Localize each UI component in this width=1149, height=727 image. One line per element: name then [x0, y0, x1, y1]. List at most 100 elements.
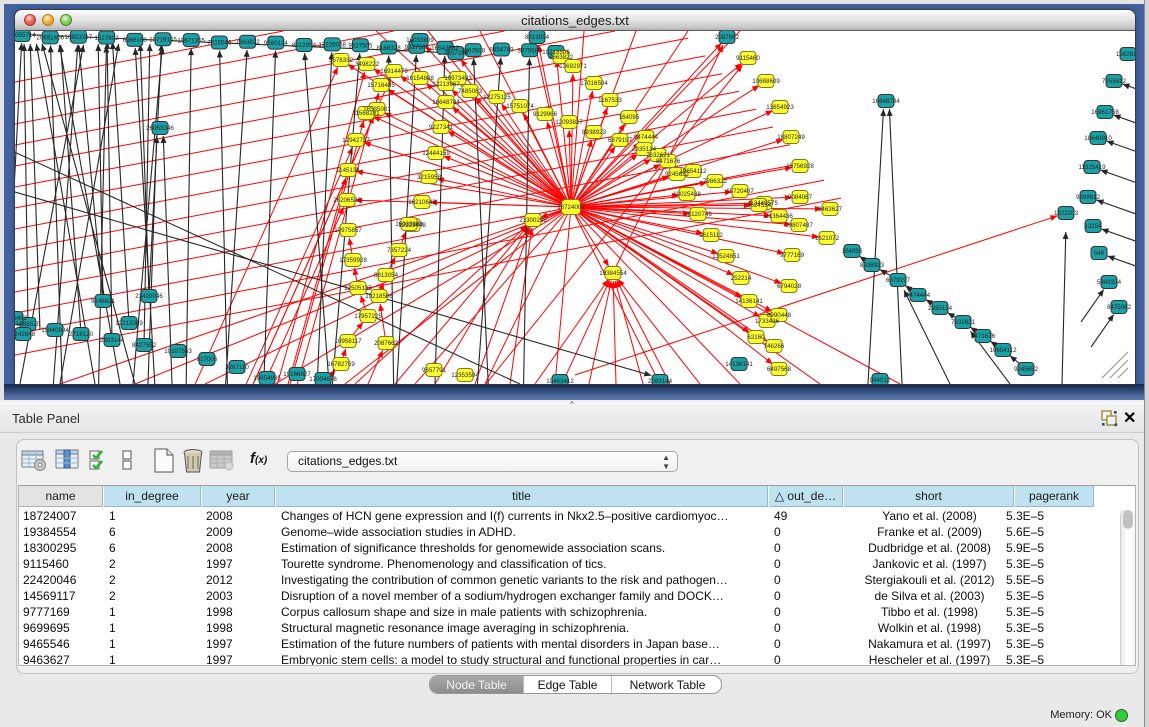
svg-text:10853267: 10853267 — [65, 34, 93, 41]
svg-text:164095: 164095 — [619, 114, 640, 121]
svg-text:16648784: 16648784 — [432, 99, 460, 106]
svg-text:15720407: 15720407 — [726, 188, 754, 195]
svg-text:7357224: 7357224 — [444, 50, 469, 57]
svg-text:19756928: 19756928 — [786, 163, 814, 170]
svg-text:9227341: 9227341 — [429, 124, 454, 131]
svg-text:16961758: 16961758 — [1091, 109, 1119, 116]
svg-text:6497568: 6497568 — [767, 366, 792, 373]
svg-text:9777169: 9777169 — [780, 252, 805, 259]
svg-text:23300295: 23300295 — [519, 217, 547, 224]
svg-text:16648784: 16648784 — [872, 98, 900, 105]
svg-text:8427552: 8427552 — [132, 342, 157, 349]
svg-text:9657791: 9657791 — [422, 367, 447, 374]
svg-text:18807249: 18807249 — [777, 134, 805, 141]
svg-text:9327508: 9327508 — [405, 44, 430, 51]
svg-text:9527505: 9527505 — [348, 42, 373, 49]
svg-text:26053346: 26053346 — [146, 125, 174, 132]
svg-text:9474444: 9474444 — [634, 134, 659, 141]
svg-text:2087662: 2087662 — [374, 340, 399, 347]
svg-text:23420046: 23420046 — [135, 293, 163, 300]
svg-text:7986322: 7986322 — [703, 178, 728, 185]
svg-text:17016504: 17016504 — [580, 80, 608, 87]
svg-text:3578332: 3578332 — [329, 57, 354, 64]
svg-text:10688609: 10688609 — [752, 78, 780, 85]
svg-text:18640910: 18640910 — [1084, 135, 1112, 142]
svg-text:1322203: 1322203 — [1054, 210, 1079, 217]
svg-text:9242848: 9242848 — [15, 331, 36, 338]
svg-text:12942737: 12942737 — [342, 137, 370, 144]
svg-text:252214: 252214 — [731, 275, 752, 282]
svg-text:17957225: 17957225 — [354, 313, 382, 320]
svg-text:7632621: 7632621 — [951, 319, 976, 326]
svg-text:62160: 62160 — [747, 334, 765, 341]
svg-text:1615112: 1615112 — [699, 232, 723, 239]
svg-text:8471676: 8471676 — [656, 158, 681, 165]
svg-text:6879197: 6879197 — [886, 277, 911, 284]
svg-text:9084067: 9084067 — [788, 194, 813, 201]
svg-text:10671355: 10671355 — [177, 37, 205, 44]
svg-text:6794028: 6794028 — [777, 283, 802, 290]
svg-text:16033809: 16033809 — [395, 221, 423, 228]
svg-text:8471676: 8471676 — [971, 333, 996, 340]
svg-text:7663822: 7663822 — [549, 54, 574, 61]
svg-text:7663822: 7663822 — [236, 39, 261, 46]
svg-text:16033809: 16033809 — [406, 37, 434, 44]
svg-text:13254: 13254 — [1084, 223, 1102, 230]
svg-text:9245652: 9245652 — [665, 171, 690, 178]
svg-text:164095: 164095 — [842, 248, 863, 255]
svg-text:2087662: 2087662 — [715, 34, 740, 41]
svg-text:8813054: 8813054 — [374, 272, 399, 279]
svg-text:3875685: 3875685 — [518, 48, 543, 55]
svg-text:8813054: 8813054 — [525, 34, 550, 41]
svg-text:5969334: 5969334 — [1097, 279, 1122, 286]
svg-text:1527602: 1527602 — [95, 35, 120, 42]
svg-text:19654985: 19654985 — [253, 375, 281, 382]
svg-text:16914479: 16914479 — [380, 68, 408, 75]
svg-text:15840994: 15840994 — [41, 327, 69, 334]
svg-text:20691406: 20691406 — [36, 35, 64, 42]
svg-text:1167533: 1167533 — [598, 97, 622, 104]
svg-text:16782759: 16782759 — [327, 361, 355, 368]
svg-text:2718120: 2718120 — [69, 331, 94, 338]
svg-text:1562615: 1562615 — [1116, 51, 1135, 58]
svg-text:1145134: 1145134 — [336, 167, 360, 174]
svg-text:21364436: 21364436 — [765, 213, 793, 220]
svg-text:8938923: 8938923 — [860, 262, 885, 269]
svg-text:2083144: 2083144 — [648, 378, 673, 384]
svg-text:10975857: 10975857 — [334, 227, 362, 234]
svg-text:7485063: 7485063 — [458, 88, 483, 95]
svg-text:9115460: 9115460 — [736, 55, 760, 62]
svg-text:12213369: 12213369 — [115, 320, 143, 327]
svg-text:15751074: 15751074 — [506, 103, 534, 110]
svg-text:19166827: 19166827 — [283, 371, 311, 378]
svg-text:917006: 917006 — [197, 356, 218, 363]
svg-text:3624554: 3624554 — [747, 202, 772, 209]
svg-text:10719155: 10719155 — [149, 37, 177, 44]
svg-text:17359928: 17359928 — [339, 257, 367, 264]
svg-text:10807487: 10807487 — [785, 222, 813, 229]
svg-text:12275125: 12275125 — [483, 94, 511, 101]
svg-text:8454749: 8454749 — [489, 47, 514, 54]
svg-text:8475062: 8475062 — [1107, 304, 1132, 311]
svg-text:19218506: 19218506 — [365, 293, 393, 300]
svg-text:1621072: 1621072 — [815, 235, 840, 242]
svg-text:10025438: 10025438 — [673, 191, 701, 198]
svg-text:3498222: 3498222 — [355, 61, 380, 68]
svg-text:9129966: 9129966 — [533, 111, 558, 118]
svg-text:14136141: 14136141 — [725, 361, 753, 368]
svg-text:10973493: 10973493 — [444, 75, 472, 82]
svg-text:1588520: 1588520 — [16, 321, 41, 328]
svg-text:7515546: 7515546 — [207, 40, 232, 47]
svg-text:13226058: 13226058 — [318, 42, 346, 49]
svg-text:12353594: 12353594 — [451, 372, 479, 379]
svg-text:14136141: 14136141 — [735, 298, 763, 305]
svg-text:16120746: 16120746 — [684, 211, 712, 218]
svg-text:11568291: 11568291 — [352, 110, 380, 117]
svg-text:9245652: 9245652 — [1014, 366, 1039, 373]
svg-text:6966160: 6966160 — [123, 37, 148, 44]
svg-text:26206526: 26206526 — [333, 197, 361, 204]
svg-text:3267110: 3267110 — [225, 364, 249, 371]
svg-text:746266: 746266 — [764, 343, 785, 350]
svg-text:9899612: 9899612 — [1076, 194, 1101, 201]
svg-text:16154808: 16154808 — [406, 75, 434, 82]
